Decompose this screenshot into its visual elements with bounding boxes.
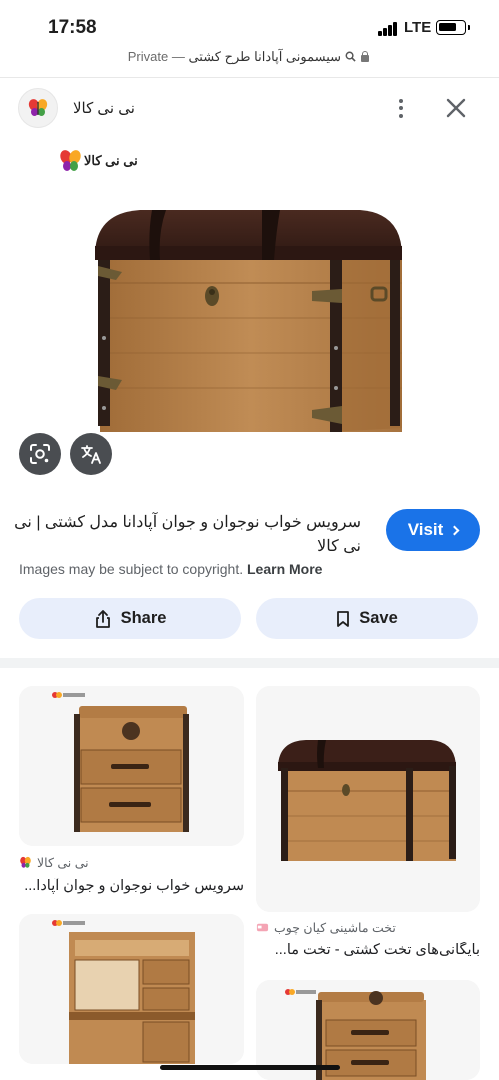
- share-label: Share: [120, 609, 167, 627]
- network-type: LTE: [404, 19, 432, 36]
- result-title[interactable]: بایگانی‌های تخت کشتی - تخت ما...: [256, 942, 480, 958]
- status-time: 17:58: [48, 17, 97, 38]
- result-source-name: نی نی کالا: [37, 856, 89, 870]
- butterfly-logo-icon: [20, 856, 31, 868]
- butterfly-logo-icon: [28, 99, 48, 116]
- image-title[interactable]: سرویس خواب نوجوان و جوان آپادانا مدل کشت…: [11, 511, 361, 559]
- google-lens-icon: [30, 444, 50, 464]
- translate-button[interactable]: [70, 433, 112, 475]
- more-vertical-icon[interactable]: [388, 92, 414, 124]
- result-card-image[interactable]: [256, 686, 480, 912]
- bed-icon: [256, 923, 269, 932]
- result-source-name: تخت ماشینی کیان چوب: [274, 921, 396, 935]
- site-name[interactable]: نی نی کالا: [73, 99, 135, 117]
- result-card-image[interactable]: [19, 686, 244, 846]
- private-label: Private: [127, 49, 169, 64]
- divider: [0, 77, 499, 78]
- search-icon: [345, 51, 356, 62]
- brand-logo-text: نی نی کالا: [84, 153, 138, 168]
- brand-logo: نی نی کالا: [58, 148, 148, 174]
- share-button[interactable]: Share: [19, 598, 241, 639]
- status-bar: 17:58 LTE: [0, 0, 499, 48]
- site-favicon[interactable]: [18, 88, 58, 128]
- viewer-header: نی نی کالا: [0, 86, 499, 130]
- section-divider: [0, 658, 499, 668]
- visit-button[interactable]: Visit: [386, 509, 480, 551]
- home-indicator[interactable]: [160, 1065, 340, 1070]
- battery-icon: [436, 20, 470, 35]
- share-icon: [95, 609, 110, 628]
- result-card-image[interactable]: [19, 914, 244, 1064]
- main-product-image[interactable]: [0, 138, 499, 483]
- lock-icon: [361, 50, 370, 62]
- learn-more-link[interactable]: Learn More: [247, 561, 322, 577]
- save-button[interactable]: Save: [256, 598, 478, 639]
- search-query: سیسمونی آپادانا طرح کشتی: [188, 49, 342, 64]
- result-source: نی نی کالا: [19, 855, 219, 870]
- result-title[interactable]: سرویس خواب نوجوان و جوان آپادا...: [19, 878, 244, 894]
- translate-icon: [81, 445, 101, 464]
- bookmark-icon: [337, 610, 350, 627]
- close-icon[interactable]: [442, 94, 470, 122]
- save-label: Save: [359, 609, 398, 627]
- signal-icon: [378, 22, 398, 36]
- visit-label: Visit: [407, 520, 444, 539]
- google-lens-button[interactable]: [19, 433, 61, 475]
- url-bar[interactable]: Private — سیسمونی آپادانا طرح کشتی: [0, 49, 499, 71]
- copyright-text: Images may be subject to copyright.: [19, 561, 244, 577]
- url-separator: —: [171, 49, 185, 64]
- result-source: تخت ماشینی کیان چوب: [256, 920, 480, 935]
- copyright-notice: Images may be subject to copyright. Lear…: [19, 561, 322, 577]
- chevron-right-icon: [449, 525, 460, 536]
